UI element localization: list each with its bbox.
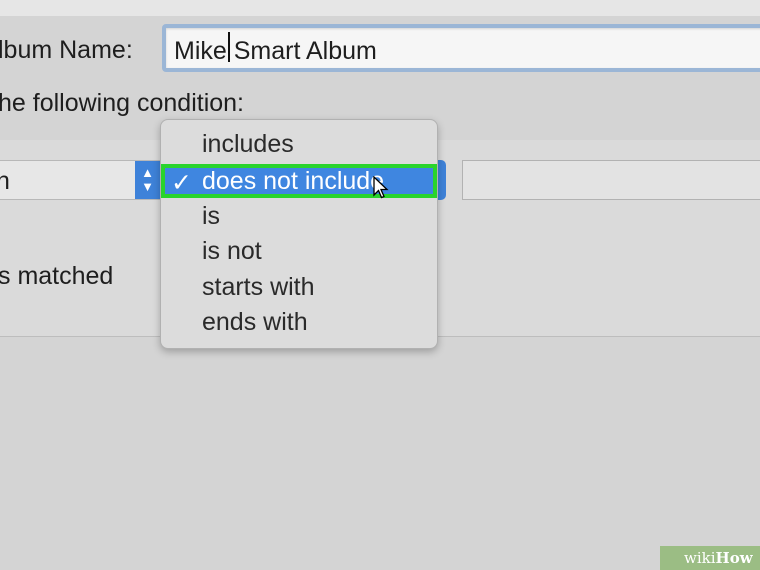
rule-value-input[interactable] — [462, 160, 760, 200]
album-name-label: lbum Name: — [0, 36, 133, 64]
menu-item-starts-with[interactable]: starts with — [202, 273, 315, 302]
menu-item-ends-with[interactable]: ends with — [202, 308, 308, 337]
condition-label: he following condition: — [0, 89, 244, 117]
rule-field-select[interactable]: n ▲ ▼ — [0, 160, 160, 200]
menu-item-does-not-include[interactable]: ✓ does not include — [161, 164, 437, 198]
menu-item-label: does not include — [202, 167, 385, 195]
wikihow-logo: wikiHow — [660, 546, 760, 570]
album-name-value: Mike Smart Album — [174, 37, 377, 65]
wikihow-wiki-text: wiki — [684, 549, 716, 567]
match-count-label: s matched — [0, 262, 114, 290]
album-name-input[interactable]: Mike Smart Album — [162, 24, 760, 72]
select-stepper-icon[interactable]: ▲ ▼ — [135, 161, 160, 199]
menu-item-is-not[interactable]: is not — [202, 237, 262, 266]
checkmark-icon: ✓ — [171, 169, 192, 197]
menu-item-includes[interactable]: includes — [202, 130, 294, 159]
wikihow-how-text: How — [715, 549, 753, 567]
dialog-top-edge — [0, 0, 760, 16]
operator-dropdown-menu: includes ✓ does not include is is not st… — [160, 119, 438, 349]
mouse-pointer-icon — [373, 176, 389, 199]
menu-item-is[interactable]: is — [202, 202, 220, 231]
text-caret — [228, 32, 230, 62]
rule-field-value: n — [0, 167, 10, 195]
